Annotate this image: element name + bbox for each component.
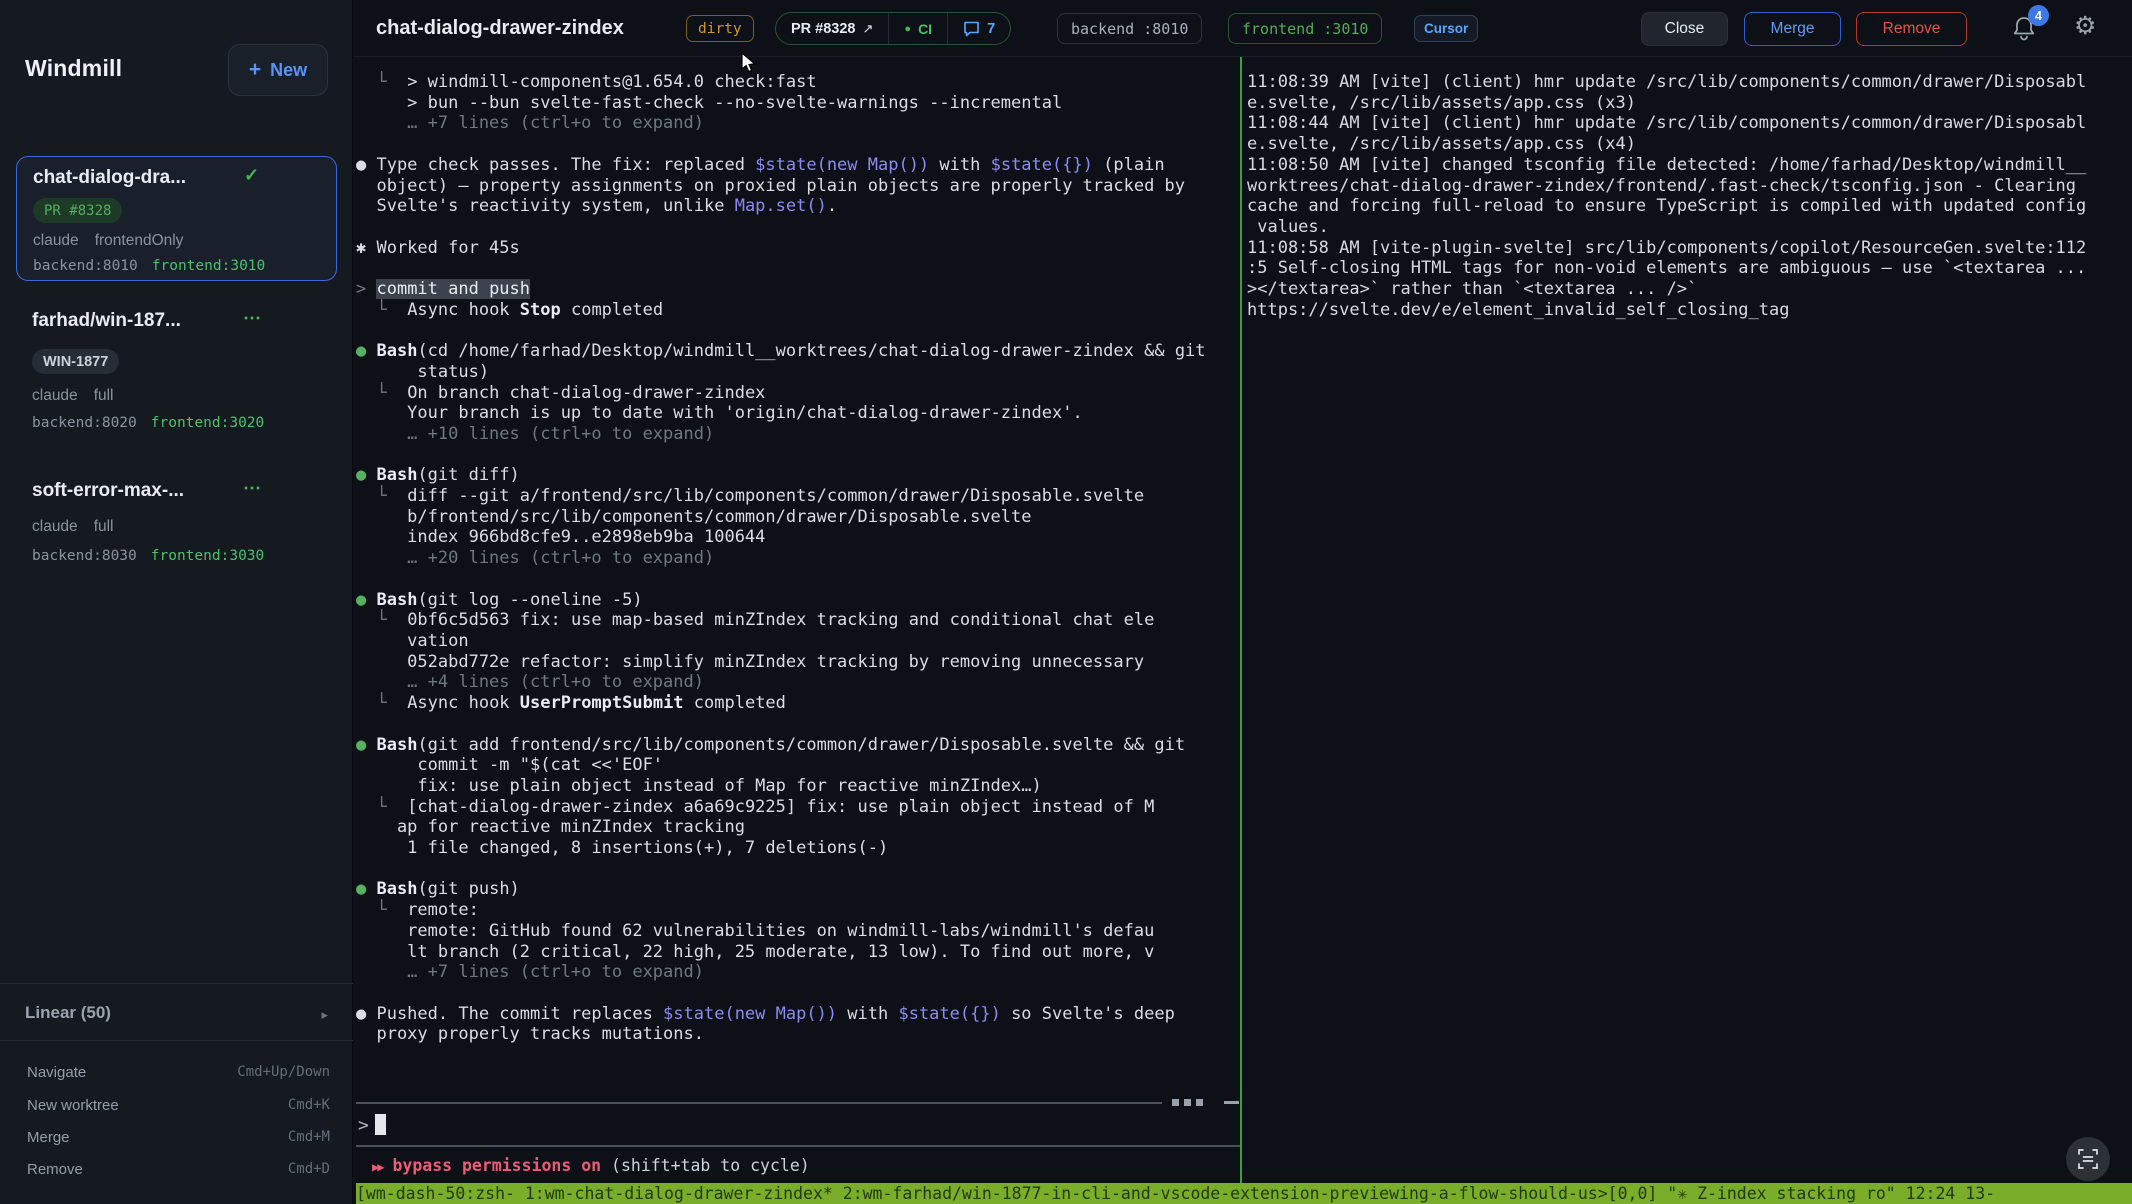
divider [0, 983, 353, 984]
agent-name: claude [32, 518, 78, 536]
pr-link[interactable]: PR #8328 ↗ [776, 13, 888, 44]
screenshot-fab-button[interactable] [2066, 1137, 2110, 1181]
agent-name: claude [32, 387, 78, 405]
agent-row: claude frontendOnly [33, 232, 183, 250]
worktree-title: farhad/win-187... [32, 310, 181, 332]
agent-row: claude full [32, 518, 114, 536]
shortcut-label: New worktree [27, 1097, 119, 1114]
cursor-button[interactable]: Cursor [1414, 15, 1478, 42]
shortcut-keys: Cmd+Up/Down [237, 1064, 330, 1080]
pr-label: PR #8328 [791, 21, 856, 37]
new-worktree-button[interactable]: + New [228, 44, 328, 96]
shortcut-label: Remove [27, 1161, 83, 1178]
divider [0, 1040, 353, 1041]
notification-count-badge: 4 [2028, 5, 2049, 26]
bypass-mode-hint: (shift+tab to cycle) [601, 1156, 810, 1175]
drag-handle-dots-icon[interactable] [1172, 1099, 1179, 1106]
agent-mode: full [94, 387, 114, 405]
worktree-card-farhad-win[interactable]: farhad/win-187... ⋯ WIN-1877 claude full… [16, 300, 337, 440]
pr-badge: PR #8328 [33, 198, 122, 223]
input-box-bottom-rule [356, 1145, 1240, 1147]
ci-dot-icon: ● [904, 23, 911, 35]
ellipsis-icon[interactable]: ⋯ [243, 478, 262, 499]
linear-section-label[interactable]: Linear (50) [25, 1003, 111, 1023]
text-cursor [375, 1114, 386, 1135]
tmux-status-bar[interactable]: [wm-dash-50:zsh- 1:wm-chat-dialog-drawer… [356, 1183, 2132, 1204]
chevron-right-icon[interactable]: ▸ [321, 1007, 328, 1023]
drag-handle-dots-icon[interactable] [1184, 1099, 1191, 1106]
ci-status[interactable]: ● CI [888, 13, 947, 44]
backend-port: backend:8030 [32, 548, 137, 564]
header: chat-dialog-drawer-zindex dirty PR #8328… [353, 0, 2132, 57]
frontend-port: frontend:3010 [152, 258, 266, 274]
shortcut-keys: Cmd+K [288, 1097, 330, 1113]
shortcut-label: Navigate [27, 1064, 86, 1081]
bypass-mode-label: bypass permissions on [392, 1156, 601, 1175]
frontend-port-badge[interactable]: frontend :3010 [1228, 13, 1382, 44]
merge-button[interactable]: Merge [1744, 12, 1841, 46]
pr-status-group: PR #8328 ↗ ● CI 7 [775, 12, 1011, 45]
pr-comments[interactable]: 7 [947, 13, 1010, 44]
backend-port: backend:8020 [32, 415, 137, 431]
agent-mode: full [94, 518, 114, 536]
vite-log-pane[interactable]: 11:08:39 AM [vite] (client) hmr update /… [1247, 58, 2131, 320]
backend-port: backend:8010 [33, 258, 138, 274]
plus-icon: + [249, 58, 261, 82]
close-button[interactable]: Close [1641, 12, 1728, 46]
ellipsis-icon[interactable]: ⋯ [243, 308, 262, 329]
frontend-port: frontend:3030 [151, 548, 265, 564]
remove-button[interactable]: Remove [1856, 12, 1967, 46]
double-arrow-icon: ▶▶ [372, 1160, 382, 1174]
app-title: Windmill [25, 55, 122, 82]
agent-row: claude full [32, 387, 114, 405]
input-box-top-rule [356, 1102, 1162, 1104]
gear-icon[interactable]: ⚙ [2074, 11, 2096, 41]
prompt-symbol: > [358, 1115, 369, 1136]
worktree-card-chat-dialog[interactable]: chat-dialog-dra... ✓ PR #8328 claude fro… [16, 156, 337, 281]
screenshot-icon [2077, 1148, 2099, 1170]
backend-port-badge[interactable]: backend :8010 [1057, 13, 1202, 44]
ci-label: CI [918, 21, 932, 37]
shortcut-keys: Cmd+D [288, 1161, 330, 1177]
worktree-title: chat-dialog-dra... [33, 167, 186, 189]
comment-bubble-icon [963, 21, 980, 37]
windmill-app: Windmill + New chat-dialog-dra... ✓ PR #… [0, 0, 2132, 1204]
page-title: chat-dialog-drawer-zindex [376, 0, 624, 57]
ports-row: backend:8030 frontend:3030 [32, 548, 264, 564]
drag-handle-dash-icon[interactable] [1224, 1101, 1239, 1104]
shortcut-keys: Cmd+M [288, 1129, 330, 1145]
worktree-title: soft-error-max-... [32, 480, 184, 502]
shortcut-merge: Merge Cmd+M [0, 1129, 353, 1155]
tmux-pane-divider[interactable] [1240, 57, 1242, 1183]
terminal-input[interactable]: > [358, 1114, 386, 1136]
worktree-card-soft-error[interactable]: soft-error-max-... ⋯ claude full backend… [16, 470, 337, 570]
claude-terminal-pane[interactable]: └ > windmill-components@1.654.0 check:fa… [356, 58, 1242, 1045]
frontend-port: frontend:3020 [151, 415, 265, 431]
agent-name: claude [33, 232, 79, 250]
check-icon: ✓ [244, 165, 259, 186]
new-button-label: New [270, 60, 307, 81]
ports-row: backend:8010 frontend:3010 [33, 258, 265, 274]
mouse-pointer-icon [741, 52, 759, 74]
dirty-status-badge: dirty [686, 15, 754, 42]
drag-handle-dots-icon[interactable] [1196, 1099, 1203, 1106]
shortcut-new-worktree: New worktree Cmd+K [0, 1097, 353, 1123]
ports-row: backend:8020 frontend:3020 [32, 415, 264, 431]
arrow-up-right-icon: ↗ [863, 21, 874, 37]
agent-mode: frontendOnly [95, 232, 184, 250]
shortcut-label: Merge [27, 1129, 70, 1146]
shortcut-navigate: Navigate Cmd+Up/Down [0, 1064, 353, 1090]
comment-count: 7 [987, 21, 995, 37]
sidebar: Windmill + New chat-dialog-dra... ✓ PR #… [0, 0, 353, 1204]
shortcut-remove: Remove Cmd+D [0, 1161, 353, 1187]
ticket-badge: WIN-1877 [32, 349, 119, 374]
permission-mode-row[interactable]: ▶▶ bypass permissions on (shift+tab to cy… [372, 1156, 810, 1175]
